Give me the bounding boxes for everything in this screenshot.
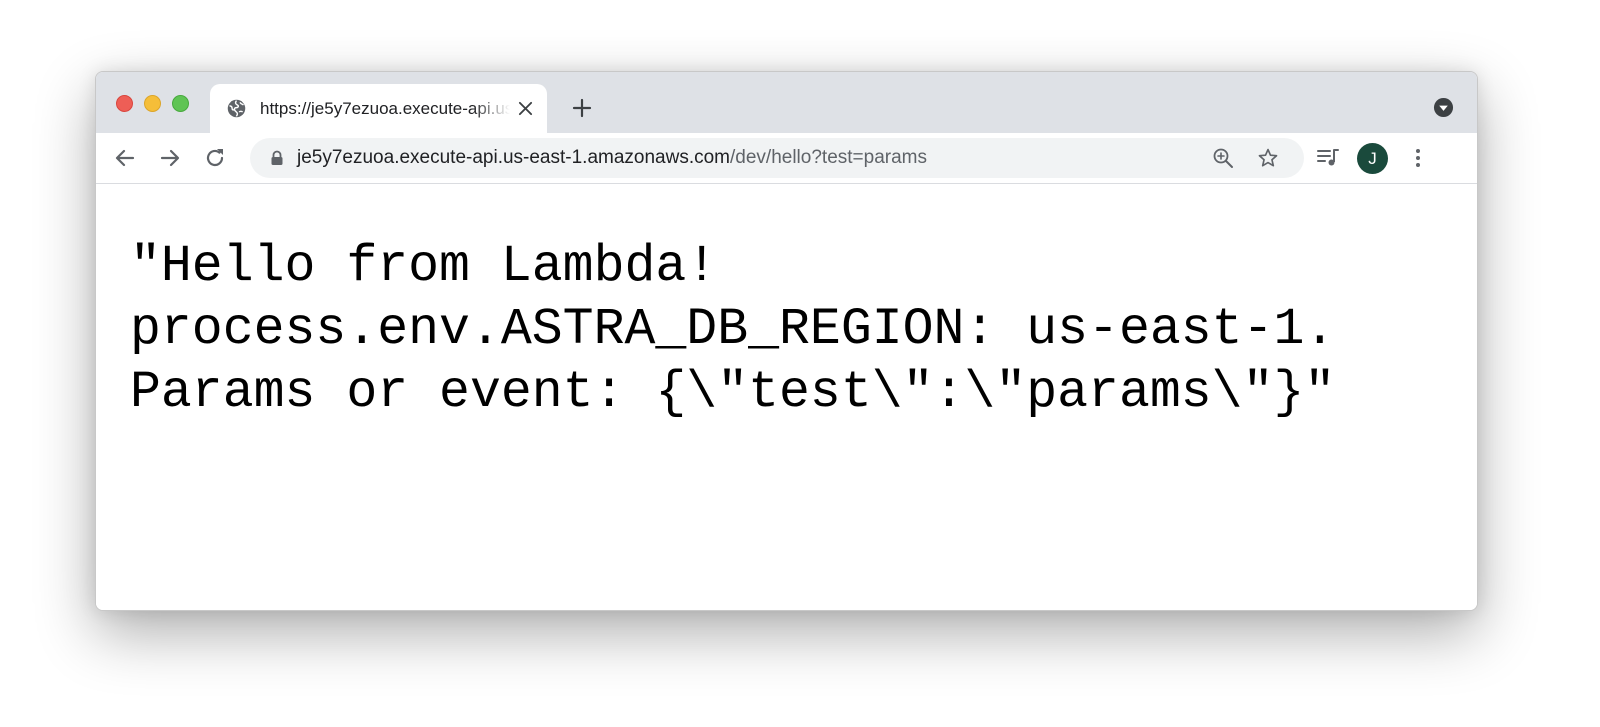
more-vert-icon[interactable] (1406, 146, 1430, 170)
response-line: process.env.ASTRA_DB_REGION: us-east-1. (130, 301, 1336, 359)
window-minimize-button[interactable] (144, 95, 161, 112)
media-control-icon[interactable] (1316, 147, 1340, 169)
lock-icon[interactable] (270, 150, 284, 166)
response-line: Params or event: {\"test\":\"params\"}" (130, 364, 1336, 422)
back-arrow-icon[interactable] (113, 146, 137, 170)
url-path: /dev/hello?test=params (730, 147, 927, 168)
tab-strip: https://je5y7ezuoa.execute-api.us-east-1… (96, 72, 1477, 133)
reload-icon[interactable] (203, 146, 227, 170)
response-body: "Hello from Lambda! process.env.ASTRA_DB… (130, 236, 1335, 425)
page-content: "Hello from Lambda! process.env.ASTRA_DB… (96, 184, 1477, 610)
profile-avatar[interactable]: J (1357, 143, 1388, 174)
zoom-icon[interactable] (1212, 147, 1234, 169)
close-icon[interactable] (518, 101, 533, 116)
window-close-button[interactable] (116, 95, 133, 112)
address-bar[interactable]: je5y7ezuoa.execute-api.us-east-1.amazona… (250, 138, 1304, 178)
globe-icon (227, 99, 246, 118)
forward-arrow-icon[interactable] (158, 146, 182, 170)
browser-tab[interactable]: https://je5y7ezuoa.execute-api.us-east-1… (210, 84, 547, 133)
url-host: je5y7ezuoa.execute-api.us-east-1.amazona… (297, 147, 731, 168)
plus-icon[interactable] (572, 98, 592, 118)
tab-title: https://je5y7ezuoa.execute-api.us-east-1… (260, 99, 510, 118)
star-icon[interactable] (1257, 147, 1279, 169)
response-line: "Hello from Lambda! (130, 238, 718, 296)
browser-toolbar: je5y7ezuoa.execute-api.us-east-1.amazona… (96, 133, 1477, 184)
tab-search-icon[interactable] (1433, 97, 1454, 118)
window-maximize-button[interactable] (172, 95, 189, 112)
url-text[interactable]: je5y7ezuoa.execute-api.us-east-1.amazona… (297, 147, 927, 169)
browser-window: https://je5y7ezuoa.execute-api.us-east-1… (95, 71, 1478, 611)
